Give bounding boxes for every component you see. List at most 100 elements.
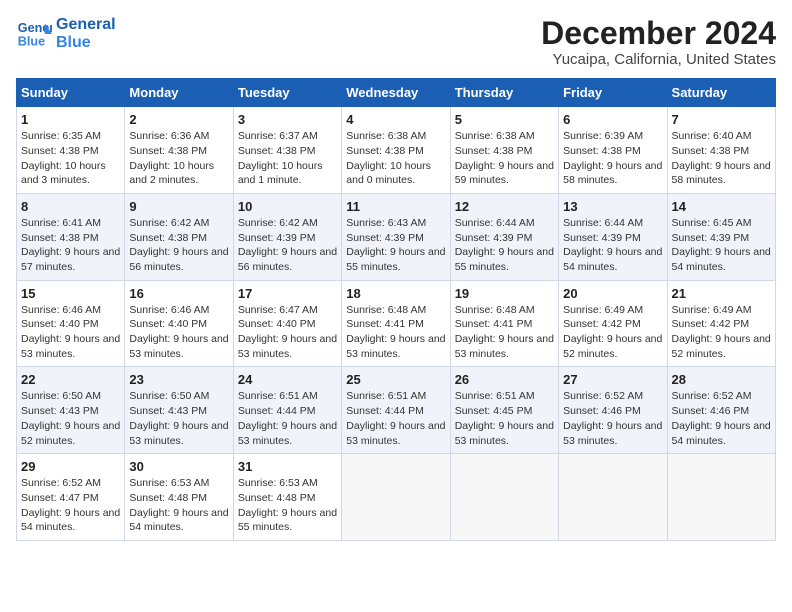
header-saturday: Saturday	[667, 79, 775, 107]
day-number: 26	[455, 372, 554, 387]
day-number: 6	[563, 112, 662, 127]
day-detail: Sunrise: 6:47 AMSunset: 4:40 PMDaylight:…	[238, 303, 337, 362]
calendar-cell: 28 Sunrise: 6:52 AMSunset: 4:46 PMDayligh…	[667, 367, 775, 454]
day-number: 25	[346, 372, 445, 387]
day-detail: Sunrise: 6:51 AMSunset: 4:44 PMDaylight:…	[346, 389, 445, 448]
day-detail: Sunrise: 6:49 AMSunset: 4:42 PMDaylight:…	[563, 303, 662, 362]
day-number: 19	[455, 286, 554, 301]
calendar-cell: 6 Sunrise: 6:39 AMSunset: 4:38 PMDaylight…	[559, 107, 667, 194]
calendar-table: SundayMondayTuesdayWednesdayThursdayFrid…	[16, 78, 776, 541]
calendar-cell: 18 Sunrise: 6:48 AMSunset: 4:41 PMDayligh…	[342, 280, 450, 367]
header-sunday: Sunday	[17, 79, 125, 107]
day-detail: Sunrise: 6:51 AMSunset: 4:45 PMDaylight:…	[455, 389, 554, 448]
day-detail: Sunrise: 6:51 AMSunset: 4:44 PMDaylight:…	[238, 389, 337, 448]
calendar-week-row: 15 Sunrise: 6:46 AMSunset: 4:40 PMDayligh…	[17, 280, 776, 367]
day-detail: Sunrise: 6:43 AMSunset: 4:39 PMDaylight:…	[346, 216, 445, 275]
day-detail: Sunrise: 6:48 AMSunset: 4:41 PMDaylight:…	[346, 303, 445, 362]
calendar-cell: 9 Sunrise: 6:42 AMSunset: 4:38 PMDaylight…	[125, 193, 233, 280]
day-detail: Sunrise: 6:49 AMSunset: 4:42 PMDaylight:…	[672, 303, 771, 362]
day-number: 9	[129, 199, 228, 214]
day-number: 18	[346, 286, 445, 301]
calendar-cell: 24 Sunrise: 6:51 AMSunset: 4:44 PMDayligh…	[233, 367, 341, 454]
day-number: 7	[672, 112, 771, 127]
calendar-cell: 12Sunrise: 6:44 AMSunset: 4:39 PMDayligh…	[450, 193, 558, 280]
day-detail: Sunrise: 6:45 AMSunset: 4:39 PMDaylight:…	[672, 216, 771, 275]
day-detail: Sunrise: 6:39 AMSunset: 4:38 PMDaylight:…	[563, 129, 662, 188]
calendar-week-row: 8Sunrise: 6:41 AMSunset: 4:38 PMDaylight…	[17, 193, 776, 280]
calendar-cell: 27 Sunrise: 6:52 AMSunset: 4:46 PMDayligh…	[559, 367, 667, 454]
calendar-cell: 14Sunrise: 6:45 AMSunset: 4:39 PMDayligh…	[667, 193, 775, 280]
day-detail: Sunrise: 6:46 AMSunset: 4:40 PMDaylight:…	[21, 303, 120, 362]
day-number: 12	[455, 199, 554, 214]
calendar-cell: 20 Sunrise: 6:49 AMSunset: 4:42 PMDayligh…	[559, 280, 667, 367]
day-detail: Sunrise: 6:35 AMSunset: 4:38 PMDaylight:…	[21, 129, 120, 188]
calendar-cell: 15 Sunrise: 6:46 AMSunset: 4:40 PMDayligh…	[17, 280, 125, 367]
day-detail: Sunrise: 6:52 AMSunset: 4:47 PMDaylight:…	[21, 476, 120, 535]
calendar-cell: 7 Sunrise: 6:40 AMSunset: 4:38 PMDaylight…	[667, 107, 775, 194]
calendar-cell	[450, 454, 558, 541]
calendar-cell: 16 Sunrise: 6:46 AMSunset: 4:40 PMDayligh…	[125, 280, 233, 367]
day-detail: Sunrise: 6:36 AMSunset: 4:38 PMDaylight:…	[129, 129, 228, 188]
day-detail: Sunrise: 6:52 AMSunset: 4:46 PMDaylight:…	[563, 389, 662, 448]
day-detail: Sunrise: 6:48 AMSunset: 4:41 PMDaylight:…	[455, 303, 554, 362]
day-number: 15	[21, 286, 120, 301]
calendar-week-row: 1 Sunrise: 6:35 AMSunset: 4:38 PMDaylight…	[17, 107, 776, 194]
day-detail: Sunrise: 6:38 AMSunset: 4:38 PMDaylight:…	[455, 129, 554, 188]
calendar-cell: 23 Sunrise: 6:50 AMSunset: 4:43 PMDayligh…	[125, 367, 233, 454]
day-number: 11	[346, 199, 445, 214]
day-number: 4	[346, 112, 445, 127]
day-number: 2	[129, 112, 228, 127]
day-number: 27	[563, 372, 662, 387]
location: Yucaipa, California, United States	[541, 51, 776, 68]
logo-text-line1: General	[56, 16, 116, 34]
day-detail: Sunrise: 6:52 AMSunset: 4:46 PMDaylight:…	[672, 389, 771, 448]
calendar-cell: 10Sunrise: 6:42 AMSunset: 4:39 PMDayligh…	[233, 193, 341, 280]
calendar-cell: 17Sunrise: 6:47 AMSunset: 4:40 PMDayligh…	[233, 280, 341, 367]
day-detail: Sunrise: 6:42 AMSunset: 4:38 PMDaylight:…	[129, 216, 228, 275]
calendar-cell: 2 Sunrise: 6:36 AMSunset: 4:38 PMDaylight…	[125, 107, 233, 194]
header-monday: Monday	[125, 79, 233, 107]
day-number: 28	[672, 372, 771, 387]
header-tuesday: Tuesday	[233, 79, 341, 107]
title-block: December 2024 Yucaipa, California, Unite…	[541, 16, 776, 68]
day-number: 24	[238, 372, 337, 387]
day-number: 20	[563, 286, 662, 301]
calendar-cell: 26 Sunrise: 6:51 AMSunset: 4:45 PMDayligh…	[450, 367, 558, 454]
day-number: 31	[238, 459, 337, 474]
svg-text:Blue: Blue	[18, 35, 45, 49]
day-detail: Sunrise: 6:37 AMSunset: 4:38 PMDaylight:…	[238, 129, 337, 188]
day-number: 10	[238, 199, 337, 214]
day-number: 23	[129, 372, 228, 387]
day-detail: Sunrise: 6:50 AMSunset: 4:43 PMDaylight:…	[21, 389, 120, 448]
day-number: 29	[21, 459, 120, 474]
page-header: General Blue General Blue December 2024 …	[16, 16, 776, 68]
day-detail: Sunrise: 6:53 AMSunset: 4:48 PMDaylight:…	[129, 476, 228, 535]
calendar-cell: 5 Sunrise: 6:38 AMSunset: 4:38 PMDaylight…	[450, 107, 558, 194]
logo: General Blue General Blue	[16, 16, 116, 52]
day-detail: Sunrise: 6:41 AMSunset: 4:38 PMDaylight:…	[21, 216, 120, 275]
day-detail: Sunrise: 6:44 AMSunset: 4:39 PMDaylight:…	[563, 216, 662, 275]
calendar-header-row: SundayMondayTuesdayWednesdayThursdayFrid…	[17, 79, 776, 107]
day-number: 13	[563, 199, 662, 214]
calendar-cell: 22 Sunrise: 6:50 AMSunset: 4:43 PMDayligh…	[17, 367, 125, 454]
day-number: 22	[21, 372, 120, 387]
calendar-cell: 30Sunrise: 6:53 AMSunset: 4:48 PMDayligh…	[125, 454, 233, 541]
day-detail: Sunrise: 6:40 AMSunset: 4:38 PMDaylight:…	[672, 129, 771, 188]
logo-icon: General Blue	[16, 16, 52, 52]
header-friday: Friday	[559, 79, 667, 107]
header-wednesday: Wednesday	[342, 79, 450, 107]
calendar-cell: 4Sunrise: 6:38 AMSunset: 4:38 PMDaylight…	[342, 107, 450, 194]
calendar-cell	[667, 454, 775, 541]
calendar-cell: 3Sunrise: 6:37 AMSunset: 4:38 PMDaylight…	[233, 107, 341, 194]
day-number: 5	[455, 112, 554, 127]
day-detail: Sunrise: 6:53 AMSunset: 4:48 PMDaylight:…	[238, 476, 337, 535]
day-number: 21	[672, 286, 771, 301]
day-detail: Sunrise: 6:50 AMSunset: 4:43 PMDaylight:…	[129, 389, 228, 448]
calendar-cell: 13 Sunrise: 6:44 AMSunset: 4:39 PMDayligh…	[559, 193, 667, 280]
calendar-cell	[559, 454, 667, 541]
day-number: 16	[129, 286, 228, 301]
day-detail: Sunrise: 6:46 AMSunset: 4:40 PMDaylight:…	[129, 303, 228, 362]
day-number: 1	[21, 112, 120, 127]
calendar-cell: 19 Sunrise: 6:48 AMSunset: 4:41 PMDayligh…	[450, 280, 558, 367]
calendar-week-row: 29 Sunrise: 6:52 AMSunset: 4:47 PMDayligh…	[17, 454, 776, 541]
